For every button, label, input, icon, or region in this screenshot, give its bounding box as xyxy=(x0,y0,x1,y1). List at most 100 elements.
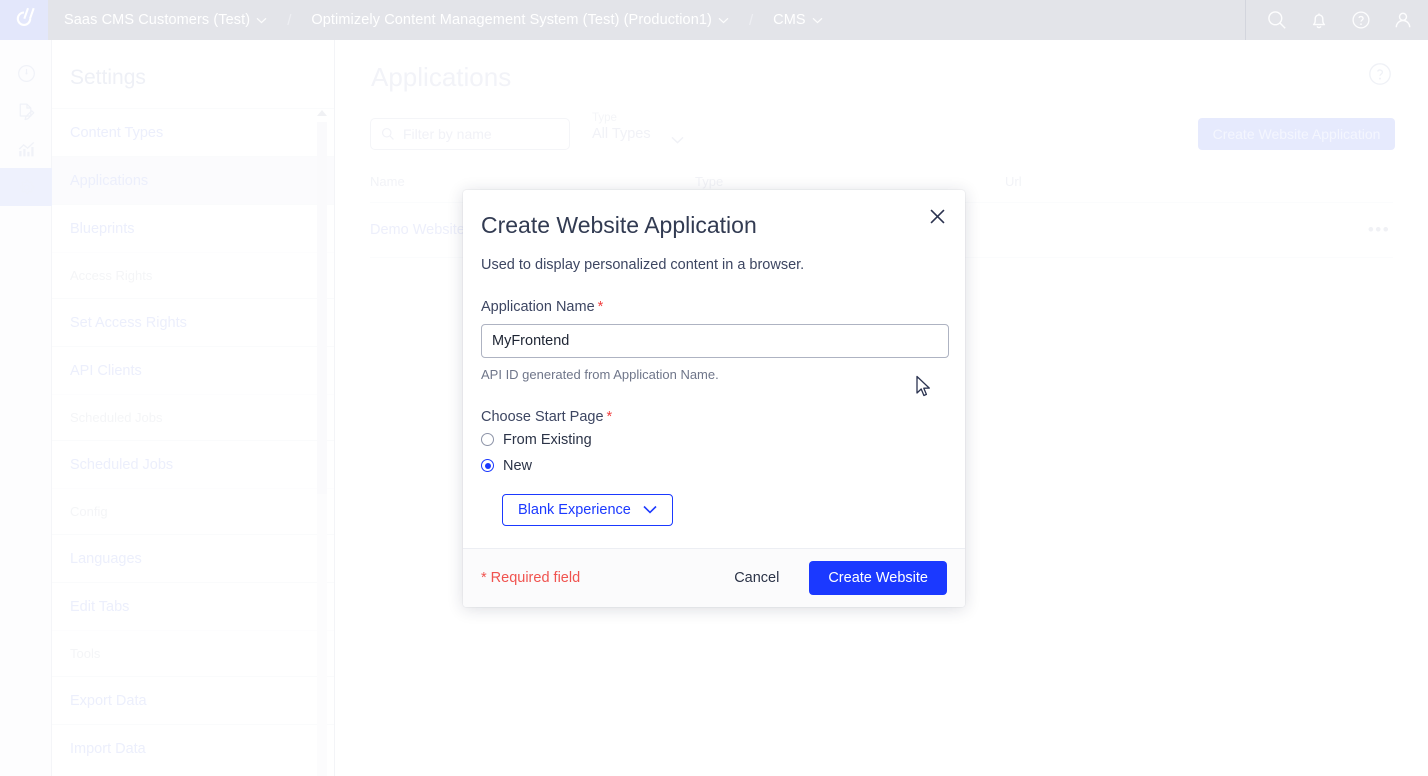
notifications-bell-icon[interactable] xyxy=(1308,9,1330,31)
sidebar-item-edit-tabs[interactable]: Edit Tabs xyxy=(52,582,334,630)
dialog-title: Create Website Application xyxy=(481,212,757,238)
edit-document-icon xyxy=(19,103,34,120)
sidebar-item-label: Edit Tabs xyxy=(70,598,130,615)
breadcrumb-item-product[interactable]: CMS xyxy=(769,12,827,28)
radio-button-icon xyxy=(481,433,494,447)
application-name-label: Application Name * xyxy=(481,299,947,315)
required-asterisk: * xyxy=(606,408,613,425)
search-input[interactable]: Filter by name xyxy=(370,118,570,150)
sidebar-section-label: Config xyxy=(70,504,108,519)
column-header-type: Type xyxy=(695,174,724,189)
radio-from-existing-label: From Existing xyxy=(503,431,592,448)
chevron-down-icon xyxy=(718,17,729,23)
rail-item-edit[interactable] xyxy=(0,92,52,130)
sidebar-title: Settings xyxy=(70,66,146,89)
required-asterisk: * xyxy=(597,298,604,315)
type-filter-dropdown[interactable]: Type All Types xyxy=(592,112,702,144)
search-icon xyxy=(382,128,394,140)
sidebar-item-label: Applications xyxy=(70,172,149,189)
sidebar-section-config: Config xyxy=(52,488,334,534)
sidebar-item-label: Import Data xyxy=(70,740,146,757)
application-name-value: MyFrontend xyxy=(492,332,570,349)
row-overflow-menu-icon[interactable]: ••• xyxy=(1365,220,1393,240)
chevron-down-icon xyxy=(643,506,657,514)
type-filter-label: Type xyxy=(592,112,617,124)
application-name-input[interactable]: MyFrontend xyxy=(481,323,949,358)
dialog-footer: * Required field Cancel Create Website xyxy=(463,547,965,607)
sidebar-item-scheduled-jobs[interactable]: Scheduled Jobs xyxy=(52,440,334,488)
breadcrumb-separator: / xyxy=(287,11,292,29)
breadcrumb-item-org[interactable]: Saas CMS Customers (Test) xyxy=(60,12,271,28)
dialog-subtitle: Used to display personalized content in … xyxy=(481,256,805,273)
dialog-body: Create Website Application Used to displ… xyxy=(463,190,965,548)
required-field-note: * Required field xyxy=(481,569,581,586)
sidebar-item-content-types[interactable]: Content Types xyxy=(52,108,334,156)
rail-item-dashboard[interactable] xyxy=(0,54,52,92)
optimizely-logo-icon xyxy=(16,7,35,26)
radio-from-existing[interactable]: From Existing xyxy=(481,429,947,451)
sidebar-item-languages[interactable]: Languages xyxy=(52,534,334,582)
sidebar-scrollbar[interactable] xyxy=(316,108,328,776)
rail-item-analytics[interactable] xyxy=(0,130,52,168)
breadcrumb-label-product: CMS xyxy=(773,12,806,28)
start-page-template-value: Blank Experience xyxy=(518,501,631,518)
optimizely-logo[interactable] xyxy=(0,0,48,40)
close-x-icon xyxy=(929,208,945,224)
app-root: Saas CMS Customers (Test) / Optimizely C… xyxy=(0,0,1428,776)
sidebar-item-export-data[interactable]: Export Data xyxy=(52,676,334,724)
application-name-hint: API ID generated from Application Name. xyxy=(481,366,719,382)
sidebar-item-import-data[interactable]: Import Data xyxy=(52,724,334,772)
breadcrumb-label-org: Saas CMS Customers (Test) xyxy=(64,12,251,28)
sidebar-item-label: Blueprints xyxy=(70,220,135,237)
page-title: Applications xyxy=(371,62,512,92)
radio-new[interactable]: New xyxy=(481,455,947,477)
chevron-down-icon xyxy=(812,17,823,23)
close-icon[interactable] xyxy=(923,202,951,230)
dashboard-gauge-icon xyxy=(17,64,35,82)
create-website-application-button[interactable]: Create Website Application xyxy=(1198,118,1395,150)
breadcrumb-item-instance[interactable]: Optimizely Content Management System (Te… xyxy=(307,12,733,28)
column-header-url: Url xyxy=(1005,174,1022,189)
sidebar-item-applications[interactable]: Applications xyxy=(52,156,334,204)
search-icon[interactable] xyxy=(1266,9,1288,31)
sidebar-section-access-rights: Access Rights xyxy=(52,252,334,298)
application-name-label-text: Application Name xyxy=(481,298,595,315)
settings-gear-icon xyxy=(19,178,34,194)
sidebar-nav-list: Content Types Applications Blueprints Acces… xyxy=(52,108,334,772)
top-bar-actions xyxy=(1245,0,1428,40)
scrollbar-thumb[interactable] xyxy=(317,122,327,494)
start-page-template-dropdown[interactable]: Blank Experience xyxy=(502,493,673,526)
sidebar-item-label: Languages xyxy=(70,550,142,567)
top-bar: Saas CMS Customers (Test) / Optimizely C… xyxy=(0,0,1428,40)
chevron-down-icon xyxy=(256,17,267,23)
scroll-up-arrow-icon[interactable] xyxy=(317,110,327,116)
sidebar-item-label: API Clients xyxy=(70,362,142,379)
user-account-icon[interactable] xyxy=(1392,9,1414,31)
sidebar-item-set-access-rights[interactable]: Set Access Rights xyxy=(52,298,334,346)
chevron-down-icon xyxy=(671,136,684,144)
help-circle-icon[interactable] xyxy=(1350,9,1372,31)
help-circle-icon[interactable] xyxy=(1368,62,1392,86)
cancel-button[interactable]: Cancel xyxy=(718,562,795,594)
settings-sidebar: Settings Content Types Applications Bluepr… xyxy=(52,40,335,776)
search-input-placeholder: Filter by name xyxy=(403,126,492,142)
sidebar-item-label: Content Types xyxy=(70,124,164,141)
create-website-application-dialog: Create Website Application Used to displ… xyxy=(463,190,965,607)
breadcrumb-label-instance: Optimizely Content Management System (Te… xyxy=(311,12,712,28)
create-website-button[interactable]: Create Website xyxy=(809,560,947,595)
breadcrumb: Saas CMS Customers (Test) / Optimizely C… xyxy=(48,0,1245,40)
rail-item-settings[interactable] xyxy=(0,168,52,206)
start-page-label: Choose Start Page * xyxy=(481,409,947,425)
start-page-group: Choose Start Page * From Existing New Bla… xyxy=(481,409,947,526)
sidebar-section-tools: Tools xyxy=(52,630,334,676)
sidebar-item-label: Set Access Rights xyxy=(70,314,187,331)
radio-button-selected-icon xyxy=(481,459,494,473)
sidebar-item-api-clients[interactable]: API Clients xyxy=(52,346,334,394)
sidebar-section-scheduled-jobs: Scheduled Jobs xyxy=(52,394,334,440)
sidebar-item-label: Export Data xyxy=(70,692,147,709)
column-header-name: Name xyxy=(370,174,405,189)
radio-new-label: New xyxy=(503,457,533,474)
sidebar-item-blueprints[interactable]: Blueprints xyxy=(52,204,334,252)
type-filter-value: All Types xyxy=(592,126,651,142)
sidebar-section-label: Scheduled Jobs xyxy=(70,410,163,425)
